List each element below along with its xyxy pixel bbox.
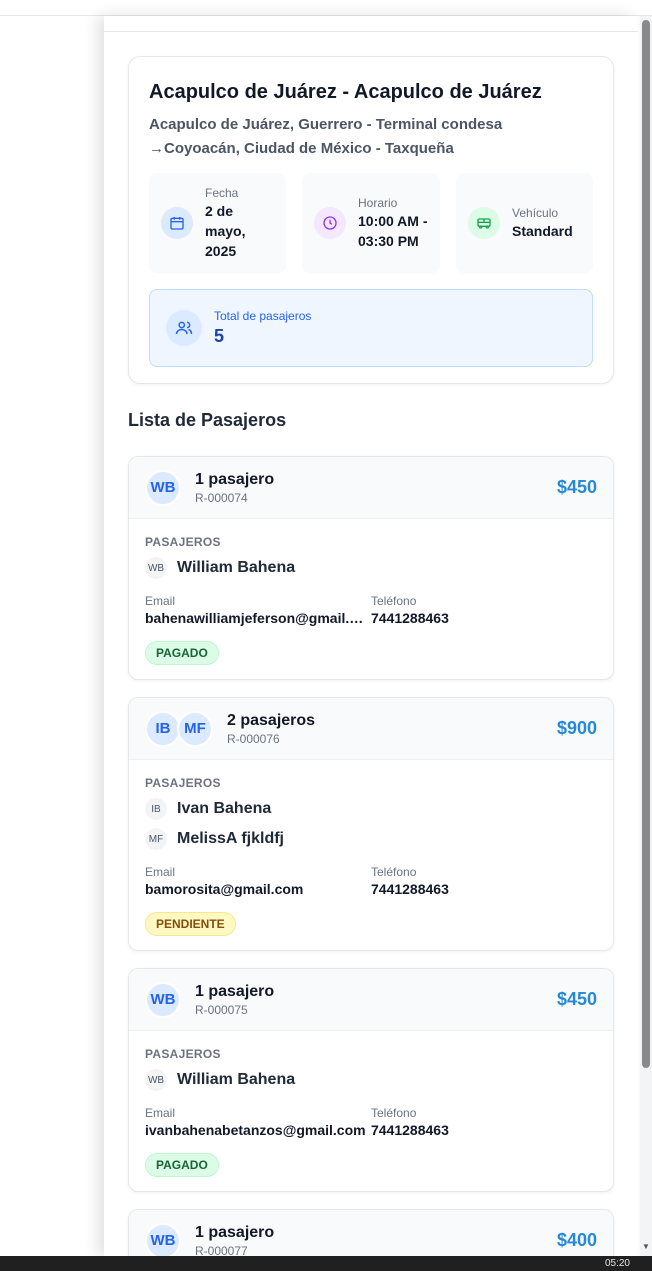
passenger-count: 2 pasajeros [227,711,316,729]
phone-label: Teléfono [371,1106,417,1120]
avatar: WB [145,1069,167,1091]
date-label: Fecha [205,186,239,200]
phone-label: Teléfono [371,865,417,879]
passenger-list-title: Lista de Pasajeros [128,410,287,430]
status-badge: PENDIENTE [145,912,236,936]
vehicle-info: Vehículo Standard [456,173,593,273]
route-title: Acapulco de Juárez - Acapulco de Juárez [149,81,542,103]
route-summary-card: Acapulco de Juárez - Acapulco de Juárez … [128,56,614,384]
avatar: IB [145,710,181,747]
email-value: bahenawilliamjeferson@gmail.co... [145,610,371,626]
phone-value: 7441288463 [371,1122,449,1138]
time-info: Horario 10:00 AM - 03:30 PM [302,173,440,273]
phone-label: Teléfono [371,594,417,608]
email-value: bamorosita@gmail.com [145,881,304,897]
reservation-card[interactable]: WB 1 pasajero R-000075 $450 PASAJEROS WB… [128,968,614,1192]
reservation-code: R-000074 [195,490,248,505]
total-passengers-box: Total de pasajeros 5 [149,289,593,367]
avatar: WB [145,1222,181,1256]
passenger-name: Ivan Bahena [177,800,272,817]
avatar-group: WB [145,981,181,1018]
taskbar: 05:20 [0,1256,652,1271]
passenger-count: 1 pasajero [195,982,275,1000]
reservation-detail-panel: Acapulco de Juárez - Acapulco de Juárez … [104,16,638,1256]
email-label: Email [145,1106,176,1120]
total-value: 5 [214,326,225,346]
reservation-header: WB 1 pasajero R-000075 $450 [129,969,613,1031]
reservation-price: $450 [556,477,597,497]
reservation-price: $900 [556,718,597,738]
top-bar [0,0,652,16]
avatar: IB [145,798,167,820]
status-badge: PAGADO [145,1153,219,1177]
passengers-section-label: PASAJEROS [145,776,221,790]
passenger-name: MelissA fjkldfj [177,830,284,847]
reservation-code: R-000077 [195,1243,248,1257]
time-label: Horario [358,196,398,210]
reservation-header: WB 1 pasajero R-000074 $450 [129,457,613,519]
avatar: MF [177,710,213,747]
date-info: Fecha 2 de mayo, 2025 [149,173,286,273]
clock-icon [314,207,346,239]
reservation-code: R-000076 [227,731,280,746]
passengers-section-label: PASAJEROS [145,1047,221,1061]
passenger-row: MF MelissA fjkldfj [145,828,597,850]
trip-info-row: Fecha 2 de mayo, 2025 Horario 10:00 AM -… [149,173,593,273]
avatar-group: WB [145,469,181,506]
avatar: WB [145,557,167,579]
scrollbar-thumb[interactable] [642,20,650,1068]
bus-icon [468,207,500,239]
passenger-count: 1 pasajero [195,1223,275,1241]
reservation-price: $450 [556,989,597,1009]
reservation-header: IB MF 2 pasajeros R-000076 $900 [129,698,613,760]
calendar-icon [161,207,193,239]
status-badge: PAGADO [145,641,219,665]
email-label: Email [145,865,176,879]
route-subtitle: Acapulco de Juárez, Guerrero - Terminal … [149,116,503,157]
contact-row: Email ivanbahenabetanzos@gmail.com Teléf… [145,1105,597,1139]
reservation-code: R-000075 [195,1002,248,1017]
vehicle-value: Standard [512,223,573,239]
reservation-card[interactable]: WB 1 pasajero R-000074 $450 PASAJEROS WB… [128,456,614,680]
passengers-section-label: PASAJEROS [145,535,221,549]
reservation-card[interactable]: WB 1 pasajero R-000077 $400 [128,1209,614,1256]
contact-row: Email bamorosita@gmail.com Teléfono 7441… [145,864,597,898]
email-value: ivanbahenabetanzos@gmail.com [145,1122,366,1138]
reservation-card[interactable]: IB MF 2 pasajeros R-000076 $900 PASAJERO… [128,697,614,951]
avatar-group: WB [145,1222,181,1256]
panel-header [104,16,638,32]
reservation-header: WB 1 pasajero R-000077 $400 [129,1210,613,1256]
vehicle-label: Vehículo [512,206,559,220]
reservation-price: $400 [556,1230,597,1250]
avatar: WB [145,981,181,1018]
passenger-count: 1 pasajero [195,470,275,488]
passenger-row: WB William Bahena [145,557,597,579]
avatar: WB [145,469,181,506]
phone-value: 7441288463 [371,610,449,626]
taskbar-clock: 05:20 [604,1258,630,1269]
passenger-name: William Bahena [177,1071,296,1088]
total-label: Total de pasajeros [214,309,312,323]
avatar: MF [145,828,167,850]
background-page [0,0,104,1256]
scroll-down-icon[interactable]: ▼ [640,1240,652,1254]
avatar-group: IB MF [145,710,213,747]
time-value: 10:00 AM - 03:30 PM [358,213,428,249]
date-value: 2 de mayo, 2025 [205,203,246,259]
passenger-row: WB William Bahena [145,1069,597,1091]
passenger-row: IB Ivan Bahena [145,798,597,820]
contact-row: Email bahenawilliamjeferson@gmail.co... … [145,593,597,627]
passenger-name: William Bahena [177,559,296,576]
phone-value: 7441288463 [371,881,449,897]
users-icon [166,310,202,346]
email-label: Email [145,594,176,608]
